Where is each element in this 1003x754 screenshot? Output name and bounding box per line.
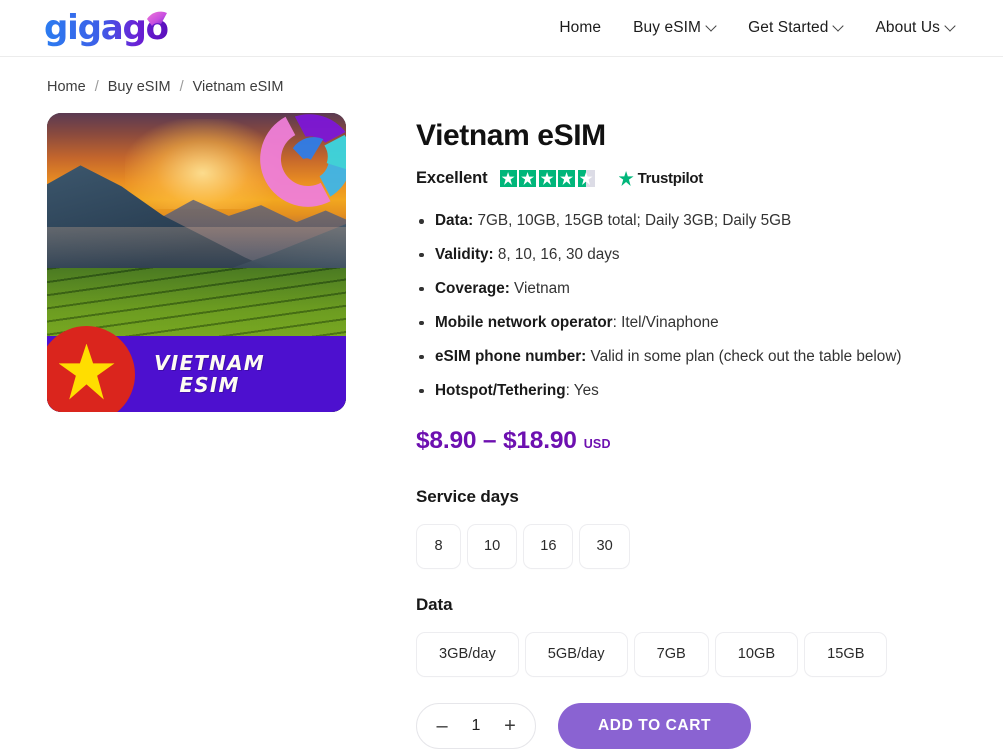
star-icon-partial <box>577 170 595 187</box>
star-icon <box>558 170 576 187</box>
spec-value: 7GB, 10GB, 15GB total; Daily 3GB; Daily … <box>473 212 792 229</box>
main-nav: Home Buy eSIM Get Started About Us <box>543 13 983 43</box>
option-group-service-days: Service days 8 10 16 30 <box>416 487 1003 569</box>
star-icon <box>538 170 556 187</box>
breadcrumb-item-buy-esim[interactable]: Buy eSIM <box>108 79 171 95</box>
option-group-data: Data 3GB/day 5GB/day 7GB 10GB 15GB <box>416 595 1003 677</box>
trustpilot-brand[interactable]: Trustpilot <box>618 170 704 187</box>
spec-label: eSIM phone number: <box>435 347 587 365</box>
gigago-watermark-icon <box>260 114 346 207</box>
nav-item-about-us-label: About Us <box>875 19 940 36</box>
price-range: $8.90 – $18.90 <box>416 426 577 454</box>
option-service-days-30[interactable]: 30 <box>579 523 630 569</box>
breadcrumb-item-current: Vietnam eSIM <box>192 79 284 95</box>
chevron-down-icon <box>707 22 716 31</box>
nav-item-about-us[interactable]: About Us <box>859 13 971 43</box>
spec-value: Valid in some plan (check out the table … <box>586 347 902 365</box>
gigago-logo-icon: gigago <box>44 9 169 47</box>
spec-label: Mobile network operator <box>435 313 613 331</box>
spec-value: : Yes <box>565 381 599 399</box>
trustpilot-brand-label: Trustpilot <box>637 170 704 187</box>
option-data-3gb-day[interactable]: 3GB/day <box>416 631 519 677</box>
option-data-15gb[interactable]: 15GB <box>804 631 888 677</box>
svg-text:gigago: gigago <box>44 9 168 47</box>
chevron-down-icon <box>946 22 955 31</box>
product-price: $8.90 – $18.90 USD <box>416 427 1003 455</box>
star-icon <box>58 343 115 400</box>
rating-word: Excellent <box>416 169 488 187</box>
trustpilot-rating[interactable]: Excellent Trustpilot <box>416 169 1003 188</box>
gigago-logo[interactable]: gigago <box>44 8 172 48</box>
breadcrumb-separator: / <box>94 79 99 95</box>
list-item: Coverage: Vietnam <box>416 278 1003 301</box>
spec-label: Data: <box>435 212 474 229</box>
option-group-title: Data <box>416 594 453 614</box>
quantity-decrement-button[interactable]: – <box>434 716 450 736</box>
nav-item-home[interactable]: Home <box>543 13 617 43</box>
option-data-10gb[interactable]: 10GB <box>714 631 799 677</box>
product-image[interactable]: VIETNAM ESIM <box>47 113 346 412</box>
option-row: 8 10 16 30 <box>416 523 1003 569</box>
nav-item-buy-esim[interactable]: Buy eSIM <box>617 13 732 43</box>
list-item: Mobile network operator: Itel/Vinaphone <box>416 312 1003 335</box>
chevron-down-icon <box>834 22 843 31</box>
option-data-5gb-day[interactable]: 5GB/day <box>524 631 628 677</box>
nav-item-home-label: Home <box>559 19 602 36</box>
quantity-increment-button[interactable]: + <box>502 716 518 736</box>
spec-label: Hotspot/Tethering <box>435 381 566 399</box>
option-service-days-10[interactable]: 10 <box>467 523 518 569</box>
add-to-cart-button[interactable]: ADD TO CART <box>558 702 752 749</box>
quantity-value[interactable]: 1 <box>472 717 481 735</box>
product-spec-list: Data: 7GB, 10GB, 15GB total; Daily 3GB; … <box>416 210 1003 403</box>
quantity-stepper[interactable]: – 1 + <box>416 702 536 749</box>
price-currency: USD <box>583 436 611 451</box>
breadcrumb: Home / Buy eSIM / Vietnam eSIM <box>0 57 1003 95</box>
trustpilot-star-icon <box>618 171 634 186</box>
option-service-days-8[interactable]: 8 <box>416 523 461 569</box>
product-details: Vietnam eSIM Excellent Trustpilot Data: … <box>346 113 1003 749</box>
spec-value: 8, 10, 16, 30 days <box>493 245 620 263</box>
product-main: VIETNAM ESIM Vietnam eSIM Excellent Trus… <box>0 95 1003 749</box>
spec-value: Vietnam <box>509 279 570 297</box>
option-group-title: Service days <box>416 486 519 506</box>
list-item: Validity: 8, 10, 16, 30 days <box>416 244 1003 267</box>
rating-stars <box>499 170 595 187</box>
cart-row: – 1 + ADD TO CART <box>416 702 1003 749</box>
option-data-7gb[interactable]: 7GB <box>633 631 709 677</box>
spec-value: : Itel/Vinaphone <box>612 313 719 331</box>
list-item: Hotspot/Tethering: Yes <box>416 380 1003 403</box>
list-item: eSIM phone number: Valid in some plan (c… <box>416 346 1003 369</box>
spec-label: Coverage: <box>435 279 510 297</box>
page-title: Vietnam eSIM <box>416 119 606 152</box>
product-image-banner-text: VIETNAM ESIM <box>154 350 265 397</box>
nav-item-get-started[interactable]: Get Started <box>732 13 859 43</box>
breadcrumb-item-home[interactable]: Home <box>47 79 86 95</box>
product-gallery: VIETNAM ESIM <box>47 113 346 749</box>
spec-label: Validity: <box>435 245 494 263</box>
nav-item-buy-esim-label: Buy eSIM <box>633 19 702 36</box>
star-icon <box>499 170 517 187</box>
site-header: gigago Home Buy eSIM Get Started About U… <box>0 0 1003 57</box>
option-service-days-16[interactable]: 16 <box>523 523 574 569</box>
breadcrumb-separator: / <box>179 79 184 95</box>
option-row: 3GB/day 5GB/day 7GB 10GB 15GB <box>416 631 1003 677</box>
nav-item-get-started-label: Get Started <box>748 19 829 36</box>
list-item: Data: 7GB, 10GB, 15GB total; Daily 3GB; … <box>416 210 1003 233</box>
star-icon <box>519 170 537 187</box>
